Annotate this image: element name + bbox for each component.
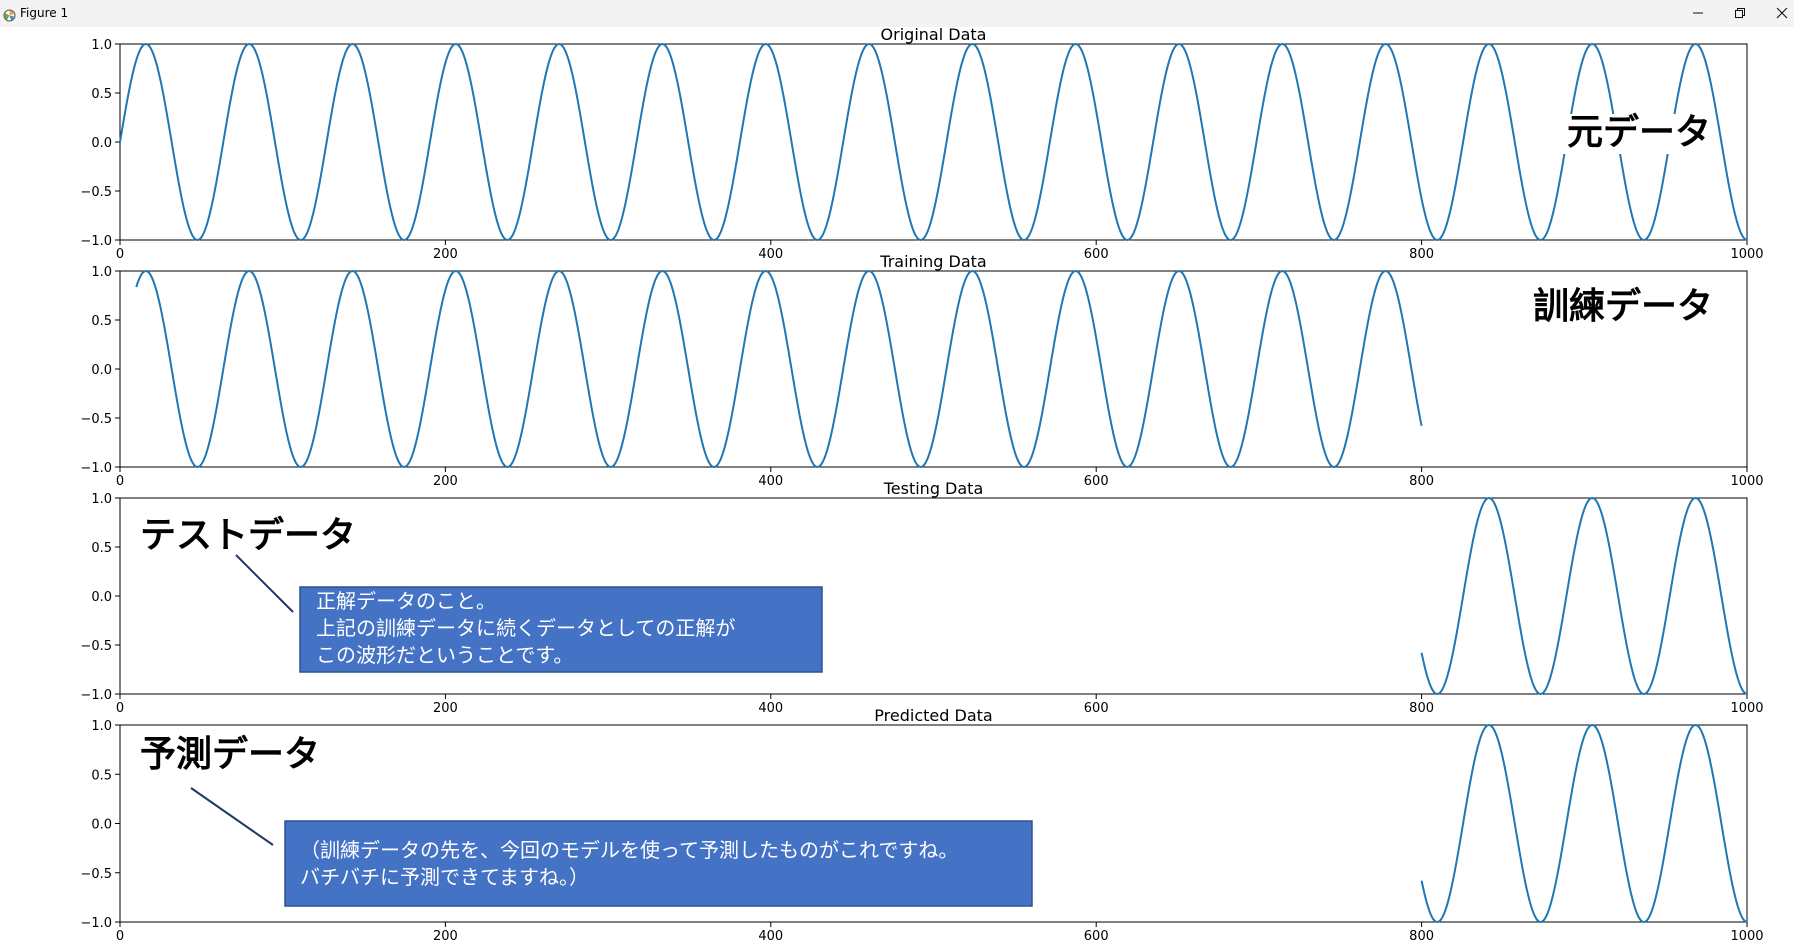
x-tick-label: 800 bbox=[1409, 701, 1434, 716]
y-tick-label: 0.0 bbox=[91, 136, 112, 151]
x-tick-label: 600 bbox=[1084, 247, 1109, 262]
window-titlebar: Figure 1 bbox=[0, 0, 1794, 27]
y-tick-label: −0.5 bbox=[80, 639, 112, 654]
x-tick-label: 0 bbox=[116, 474, 124, 489]
figure-canvas: Original Data 0 200 400 600 800 1000 1.0 0.5 0.0 −… bbox=[80, 27, 1763, 944]
subplot-1: Original Data 0 200 400 600 800 1000 1.0 0.5 0.0 −… bbox=[80, 27, 1763, 262]
minimize-button[interactable] bbox=[1676, 0, 1720, 27]
x-tick-label: 200 bbox=[433, 247, 458, 262]
x-tick-label: 200 bbox=[433, 929, 458, 944]
subplot-title: Predicted Data bbox=[874, 706, 992, 725]
y-tick-label: 0.5 bbox=[91, 768, 112, 783]
annotation-label: 訓練データ bbox=[1533, 285, 1713, 327]
x-tick-label: 800 bbox=[1409, 247, 1434, 262]
callout-text-line: この波形だということです。 bbox=[316, 643, 573, 667]
x-tick-label: 800 bbox=[1409, 929, 1434, 944]
y-tick-label: 0.5 bbox=[91, 87, 112, 102]
callout-text-line: 正解データのこと。 bbox=[316, 589, 496, 613]
y-tick-label: 0.5 bbox=[91, 314, 112, 329]
x-tick-label: 1000 bbox=[1730, 701, 1763, 716]
y-tick-label: 1.0 bbox=[91, 492, 112, 507]
x-tick-label: 0 bbox=[116, 247, 124, 262]
window-title: Figure 1 bbox=[20, 6, 69, 20]
subplot-title: Testing Data bbox=[883, 479, 984, 498]
x-tick-label: 400 bbox=[758, 474, 783, 489]
close-button[interactable] bbox=[1760, 0, 1794, 27]
x-tick-label: 1000 bbox=[1730, 247, 1763, 262]
x-tick-label: 1000 bbox=[1730, 929, 1763, 944]
y-tick-label: 0.0 bbox=[91, 363, 112, 378]
callout-text-line: 上記の訓練データに続くデータとしての正解が bbox=[316, 616, 735, 640]
y-tick-label: 0.5 bbox=[91, 541, 112, 556]
y-tick-label: 1.0 bbox=[91, 38, 112, 53]
y-tick-label: −1.0 bbox=[80, 461, 112, 476]
y-tick-label: −0.5 bbox=[80, 412, 112, 427]
subplot-title: Original Data bbox=[881, 27, 987, 44]
restore-icon bbox=[1735, 8, 1745, 18]
x-tick-label: 600 bbox=[1084, 474, 1109, 489]
subplot-title: Training Data bbox=[879, 252, 986, 271]
x-tick-label: 600 bbox=[1084, 929, 1109, 944]
annotation-label: 予測データ bbox=[140, 733, 320, 775]
subplot-4: Predicted Data 0 200 400 600 800 1000 1.0 0.5 0.0… bbox=[80, 706, 1763, 944]
callout-text-line: （訓練データの先を、今回のモデルを使って予測したものがこれですね。 bbox=[300, 838, 958, 862]
y-tick-label: −1.0 bbox=[80, 916, 112, 931]
y-tick-label: −0.5 bbox=[80, 867, 112, 882]
y-tick-label: −1.0 bbox=[80, 234, 112, 249]
annotation-label: テストデータ bbox=[140, 514, 356, 556]
x-tick-label: 400 bbox=[758, 247, 783, 262]
close-icon bbox=[1776, 7, 1788, 19]
callout-text-line: バチバチに予測できてますね。） bbox=[300, 865, 589, 889]
y-tick-label: 0.0 bbox=[91, 818, 112, 833]
minimize-icon bbox=[1693, 12, 1703, 14]
x-tick-label: 800 bbox=[1409, 474, 1434, 489]
x-tick-label: 200 bbox=[433, 701, 458, 716]
callout-box bbox=[284, 820, 1033, 907]
matplotlib-icon bbox=[3, 7, 16, 22]
x-tick-label: 0 bbox=[116, 929, 124, 944]
subplot-3: Testing Data 0 200 400 600 800 1000 1.0 0.5 0.0 −0… bbox=[80, 479, 1763, 716]
x-tick-label: 600 bbox=[1084, 701, 1109, 716]
y-tick-label: 0.0 bbox=[91, 590, 112, 605]
x-tick-label: 0 bbox=[116, 701, 124, 716]
x-tick-label: 200 bbox=[433, 474, 458, 489]
y-tick-label: 1.0 bbox=[91, 719, 112, 734]
subplot-2: Training Data 0 200 400 600 800 1000 1.0 0.5 0.0 −… bbox=[80, 252, 1763, 489]
restore-button[interactable] bbox=[1718, 0, 1762, 27]
y-tick-label: 1.0 bbox=[91, 265, 112, 280]
annotation-label: 元データ bbox=[1567, 111, 1711, 153]
x-tick-label: 400 bbox=[758, 929, 783, 944]
y-tick-label: −1.0 bbox=[80, 688, 112, 703]
y-tick-label: −0.5 bbox=[80, 185, 112, 200]
x-tick-label: 400 bbox=[758, 701, 783, 716]
x-tick-label: 1000 bbox=[1730, 474, 1763, 489]
